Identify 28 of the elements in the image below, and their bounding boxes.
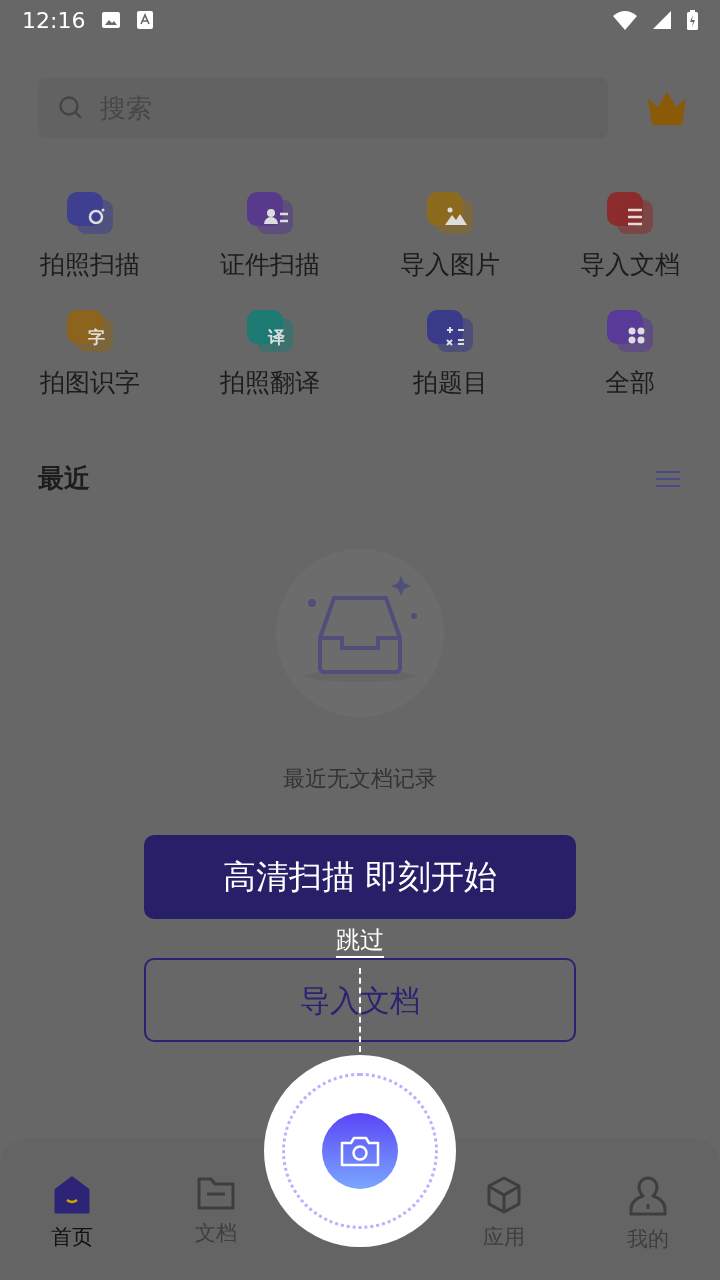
wifi-icon bbox=[613, 10, 637, 30]
section-title: 最近 bbox=[38, 462, 90, 495]
font-icon bbox=[137, 11, 154, 29]
status-time: 12:16 bbox=[22, 6, 86, 35]
tool-button[interactable]: 全部 bbox=[605, 363, 655, 401]
import-document-button[interactable]: 导入文档 bbox=[144, 958, 576, 1043]
image-icon bbox=[101, 11, 122, 29]
battery-icon bbox=[687, 10, 698, 30]
tool-button[interactable]: 导入图片 bbox=[400, 246, 500, 284]
folder-icon bbox=[197, 1176, 235, 1210]
tool-button[interactable]: 拍照扫描 bbox=[40, 246, 140, 284]
skip-link[interactable]: 跳过 bbox=[336, 925, 384, 959]
tool-button[interactable]: 拍图识字 bbox=[40, 363, 140, 401]
camera-icon bbox=[339, 1134, 381, 1168]
cube-icon bbox=[486, 1176, 522, 1214]
house-icon bbox=[53, 1176, 91, 1214]
tool-button[interactable]: 证件扫描 bbox=[220, 246, 320, 284]
list-menu-icon[interactable] bbox=[656, 468, 680, 489]
tool-button[interactable]: 拍照翻译 bbox=[220, 363, 320, 401]
crown-icon[interactable] bbox=[646, 91, 688, 125]
search-icon bbox=[58, 95, 84, 121]
tool-button[interactable]: 拍题目 bbox=[412, 363, 488, 401]
person-icon bbox=[629, 1176, 667, 1216]
tool-button[interactable]: 导入文档 bbox=[580, 246, 680, 284]
signal-icon bbox=[653, 11, 671, 29]
nav-tab[interactable]: 首页 bbox=[32, 1138, 112, 1255]
tab-label: 首页 bbox=[51, 1224, 93, 1251]
guide-banner: 高清扫描 即刻开始 bbox=[144, 835, 576, 919]
